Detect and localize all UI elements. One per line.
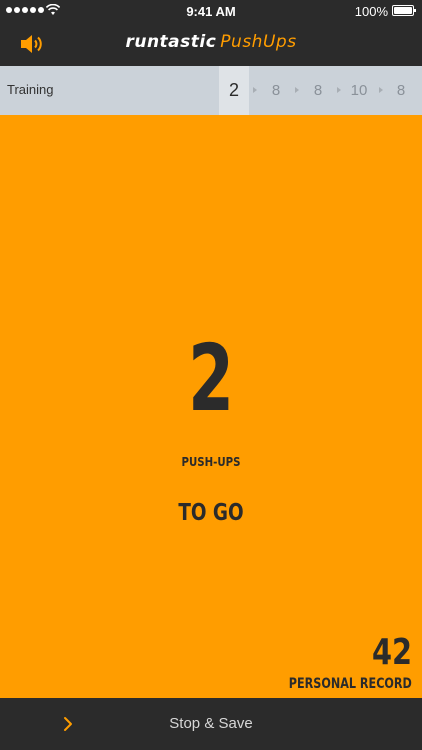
training-label: Training (7, 82, 54, 97)
to-go-label: TO GO (178, 500, 244, 526)
remaining-count: 2 (187, 325, 235, 432)
battery-percent: 100% (354, 4, 388, 19)
set-item-1: 2 (219, 66, 249, 115)
stop-save-button[interactable]: Stop & Save (0, 715, 422, 732)
set-separator-icon (379, 87, 383, 93)
unit-label: PUSH-UPS (181, 455, 241, 469)
battery-icon (392, 5, 416, 16)
set-separator-icon (295, 87, 299, 93)
training-sets-strip: Training 2 8 8 10 8 (0, 66, 422, 115)
set-item-5: 8 (396, 82, 406, 99)
logo-brand: runtastic (125, 32, 217, 52)
personal-record-value: 42 (371, 632, 412, 673)
bottom-bar: Stop & Save (0, 698, 422, 750)
status-bar: 9:41 AM 100% (0, 0, 422, 22)
set-item-3: 8 (313, 82, 323, 99)
set-separator-icon (253, 87, 257, 93)
set-item-2: 8 (271, 82, 281, 99)
nav-bar: runtastic PushUps (0, 22, 422, 66)
pushup-counter-area[interactable]: 2 PUSH-UPS TO GO 42 PERSONAL RECORD (0, 115, 422, 698)
set-item-4: 10 (350, 82, 368, 99)
set-separator-icon (337, 87, 341, 93)
app-logo: runtastic PushUps (0, 32, 422, 52)
logo-app-name: PushUps (220, 32, 297, 52)
personal-record-label: PERSONAL RECORD (288, 676, 412, 692)
